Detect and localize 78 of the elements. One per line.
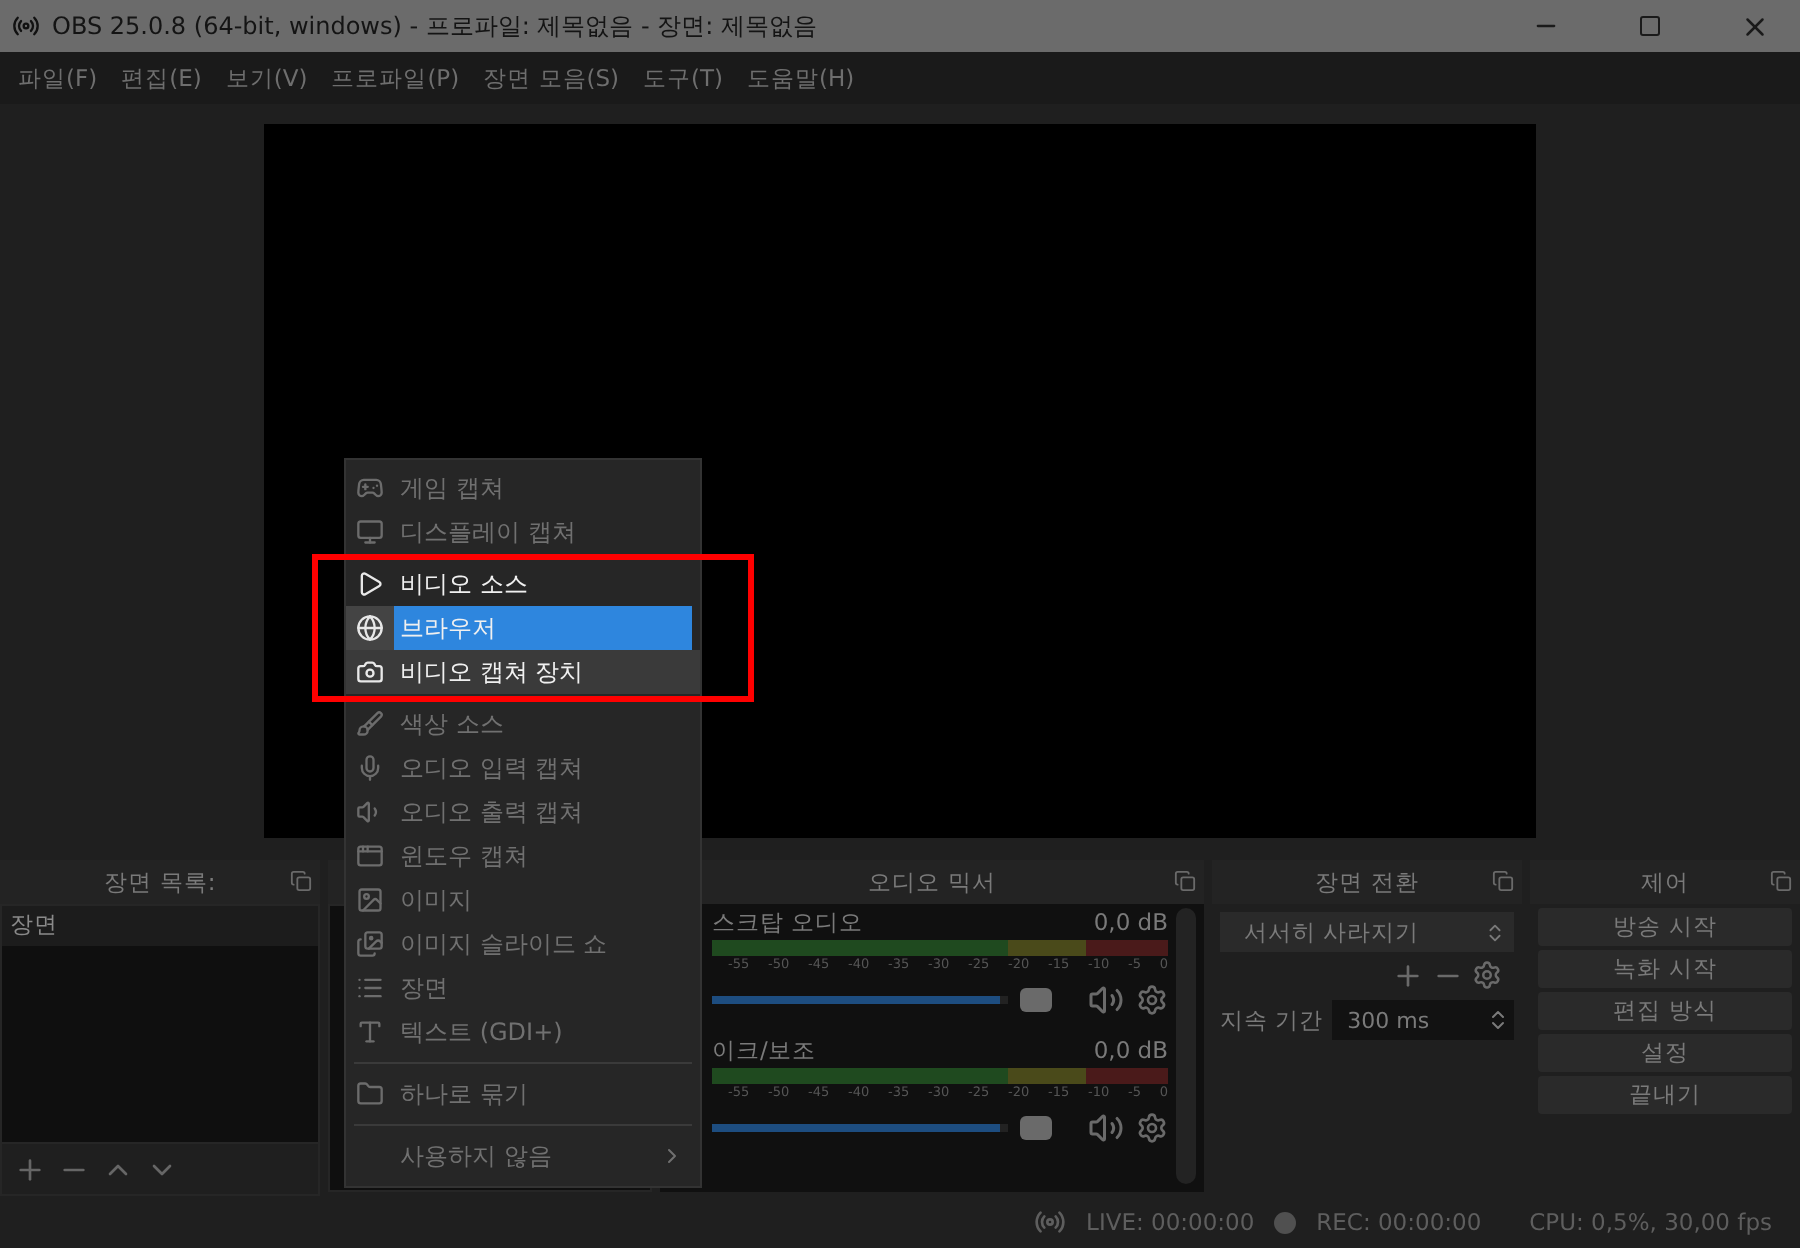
channel-name: 스크탑 오디오 — [712, 908, 864, 940]
add-icon[interactable] — [14, 1153, 46, 1185]
speaker-icon[interactable] — [1088, 1110, 1124, 1146]
maximize-icon[interactable] — [1638, 14, 1662, 38]
menu-option[interactable]: 브라우저 — [346, 606, 700, 650]
option-label: 윈도우 캡쳐 — [398, 839, 530, 873]
menu-option[interactable]: 오디오 입력 캡쳐 — [346, 746, 700, 790]
control-button[interactable]: 녹화 시작 — [1538, 950, 1792, 988]
add-icon[interactable] — [1392, 960, 1424, 992]
app-logo-icon — [12, 12, 40, 40]
option-label: 비디오 소스 — [398, 567, 530, 601]
option-label: 장면 — [398, 971, 450, 1005]
option-label: 브라우저 — [394, 606, 692, 650]
rec-status: REC: 00:00:00 — [1316, 1208, 1482, 1236]
menu-option[interactable]: 하나로 묶기 — [346, 1072, 700, 1116]
menu-option[interactable]: 색상 소스 — [346, 702, 700, 746]
undock-icon[interactable] — [1174, 870, 1196, 892]
cpu-status: CPU: 0,5%, 30,00 fps — [1529, 1208, 1772, 1236]
option-label: 하나로 묶기 — [398, 1077, 530, 1111]
settings-icon[interactable] — [1136, 1112, 1168, 1144]
broadcast-icon — [1034, 1206, 1067, 1238]
window-title: OBS 25.0.8 (64-bit, windows) - 프로파일: 제목없음 - 장면: 제목없음 — [52, 9, 820, 43]
menu-option[interactable]: 비디오 소스 — [346, 562, 700, 606]
record-dot-icon — [1274, 1211, 1297, 1233]
option-label: 색상 소스 — [398, 707, 506, 741]
control-button[interactable]: 끝내기 — [1538, 1076, 1792, 1114]
option-label: 텍스트 (GDI+) — [398, 1015, 565, 1049]
menu-option[interactable]: 이미지 슬라이드 쇼 — [346, 922, 700, 966]
spin-icon — [1486, 1008, 1510, 1032]
menu-option[interactable]: 장면 — [346, 966, 700, 1010]
scene-item[interactable]: 장면 — [2, 906, 318, 946]
option-label: 오디오 출력 캡쳐 — [398, 795, 586, 829]
settings-icon[interactable] — [1136, 984, 1168, 1016]
menu-item[interactable]: 장면 모음(S) — [473, 63, 630, 93]
dock-title: 제어 — [1641, 867, 1689, 897]
control-button[interactable]: 설정 — [1538, 1034, 1792, 1072]
speaker-icon[interactable] — [1088, 982, 1124, 1018]
undock-icon[interactable] — [290, 870, 312, 892]
volume-reading: 0,0 dB — [1093, 1036, 1168, 1068]
settings-icon[interactable] — [1472, 960, 1502, 990]
duration-label: 지속 기간 — [1220, 1005, 1324, 1035]
option-label: 이미지 슬라이드 쇼 — [398, 927, 610, 961]
volume-reading: 0,0 dB — [1093, 908, 1168, 940]
updown-icon — [1484, 921, 1506, 943]
menu-option[interactable]: 디스플레이 캡쳐 — [346, 510, 700, 554]
menu-option[interactable]: 텍스트 (GDI+) — [346, 1010, 700, 1054]
dock-title: 오디오 믹서 — [868, 867, 996, 897]
source-type-icon — [346, 606, 394, 650]
option-label: 오디오 입력 캡쳐 — [398, 751, 586, 785]
undock-icon[interactable] — [1770, 870, 1792, 892]
option-label: 디스플레이 캡쳐 — [398, 515, 578, 549]
menu-item[interactable]: 보기(V) — [215, 63, 318, 93]
transition-select[interactable]: 서서히 사라지기 — [1220, 912, 1514, 952]
dock-title: 장면 목록: — [104, 867, 216, 897]
option-label: 비디오 캡쳐 장치 — [398, 655, 586, 689]
slider-thumb[interactable] — [1020, 988, 1052, 1012]
menu-item[interactable]: 파일(F) — [8, 63, 108, 93]
menu-option[interactable]: 이미지 — [346, 878, 700, 922]
menu-option[interactable]: 윈도우 캡쳐 — [346, 834, 700, 878]
menu-option[interactable]: 사용하지 않음 — [346, 1134, 700, 1178]
option-label: 사용하지 않음 — [398, 1139, 554, 1173]
channel-name: 이크/보조 — [712, 1036, 816, 1068]
control-button[interactable]: 방송 시작 — [1538, 908, 1792, 946]
menu-item[interactable]: 편집(E) — [111, 63, 212, 93]
undock-icon[interactable] — [1492, 870, 1514, 892]
option-label: 게임 캡쳐 — [398, 471, 506, 505]
dock-title: 장면 전환 — [1315, 867, 1419, 897]
menu-option[interactable]: 오디오 출력 캡쳐 — [346, 790, 700, 834]
live-status: LIVE: 00:00:00 — [1086, 1208, 1255, 1236]
menu-option[interactable]: 게임 캡쳐 — [346, 466, 700, 510]
option-label: 이미지 — [398, 883, 474, 917]
menu-item[interactable]: 도움말(H) — [737, 63, 865, 93]
menu-option[interactable]: 비디오 캡쳐 장치 — [346, 650, 700, 694]
menu-item[interactable]: 프로파일(P) — [321, 63, 470, 93]
duration-field[interactable]: 300 ms — [1331, 1000, 1514, 1040]
menu-item[interactable]: 도구(T) — [633, 63, 734, 93]
control-button[interactable]: 편집 방식 — [1538, 992, 1792, 1030]
slider-thumb[interactable] — [1020, 1116, 1052, 1140]
